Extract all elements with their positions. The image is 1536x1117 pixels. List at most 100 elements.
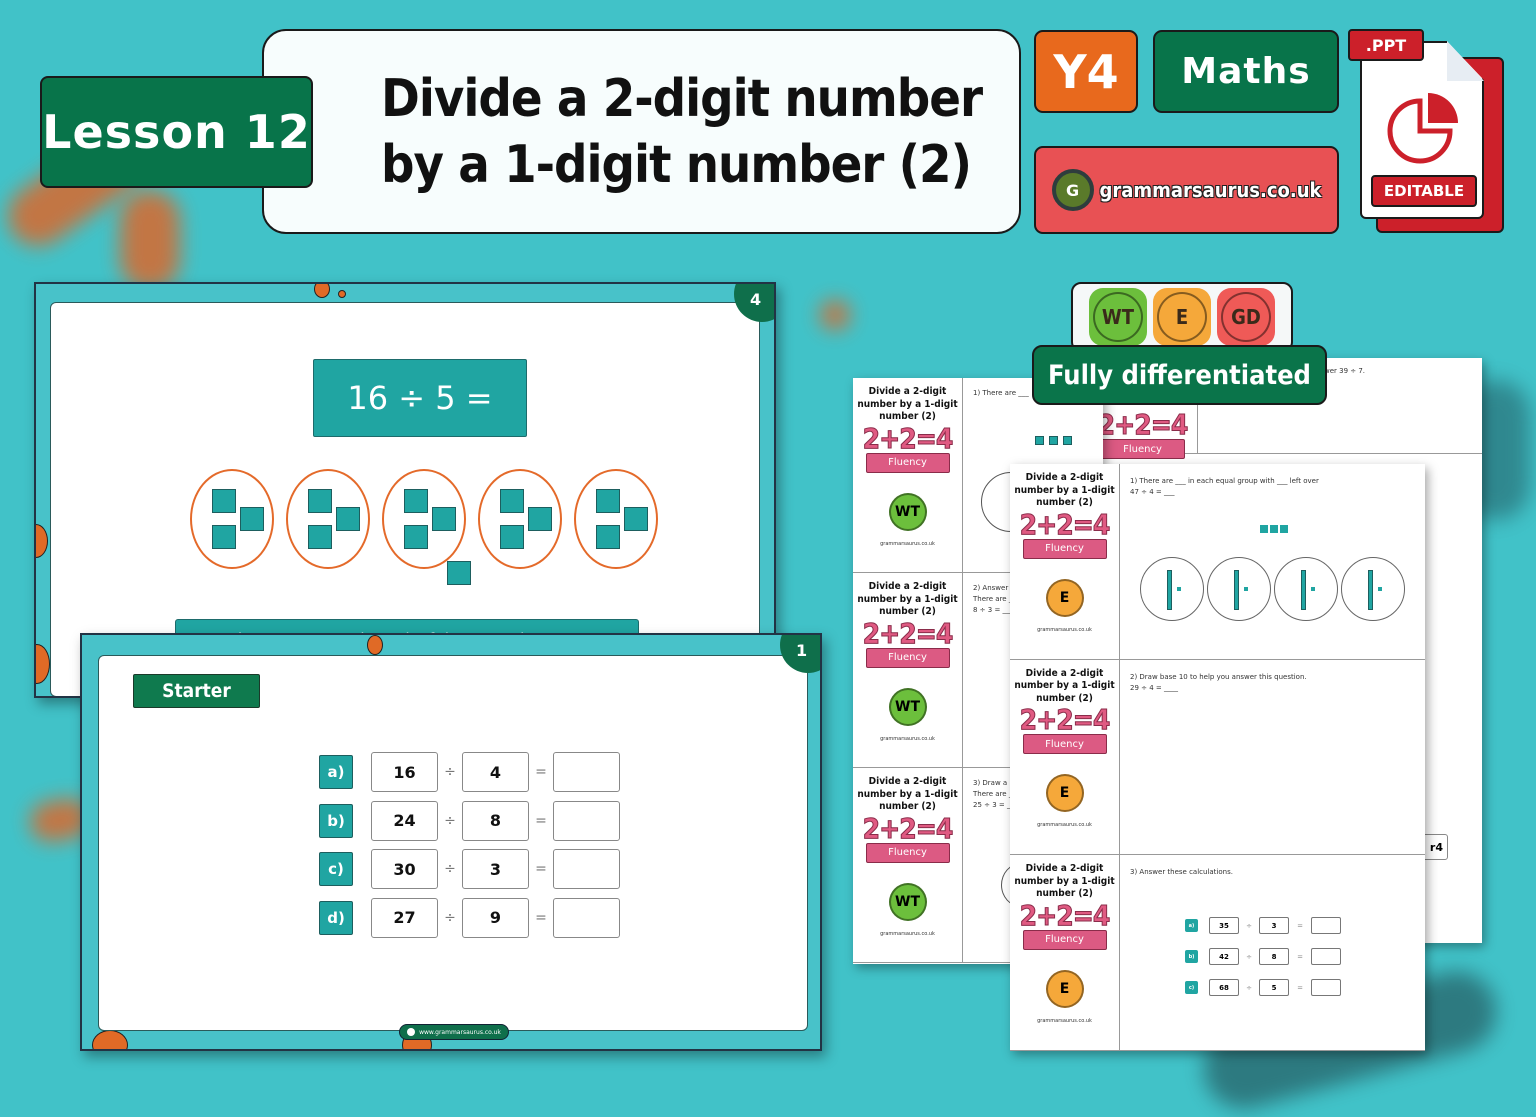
fluency-equation: 2+2=4 xyxy=(1019,507,1111,541)
divisor-box: 8 xyxy=(1259,948,1289,966)
worksheet-brand-footer: grammarsaurus.co.uk xyxy=(880,735,935,742)
slide-decoration xyxy=(92,1030,128,1049)
fluency-label: Fluency xyxy=(865,842,950,863)
dividend-box: 16 xyxy=(371,752,438,792)
brand-badge[interactable]: G grammarsaurus.co.uk xyxy=(1034,146,1339,234)
ones-cube xyxy=(432,507,456,531)
worksheet-side-panel: Divide a 2-digit number by a 1-digit num… xyxy=(853,378,963,572)
lesson-title: Divide a 2-digit number by a 1-digit num… xyxy=(301,66,983,198)
footer-logo-icon xyxy=(407,1028,416,1036)
divisor-box: 5 xyxy=(1259,979,1289,997)
worksheet-e-preview[interactable]: Divide a 2-digit number by a 1-digit num… xyxy=(1010,464,1425,1051)
worksheet-brand-footer: grammarsaurus.co.uk xyxy=(880,930,935,937)
group-circle xyxy=(1207,557,1271,621)
answer-input[interactable] xyxy=(553,800,620,841)
equals-sign: = xyxy=(535,909,547,926)
starter-question-row: c) 30 ÷ 3 = xyxy=(319,849,620,889)
year-group-badge: Y4 xyxy=(1034,30,1138,113)
fluency-equation: 2+2=4 xyxy=(862,616,954,650)
ones-cube xyxy=(624,507,648,531)
divisor-box: 9 xyxy=(462,897,529,938)
starter-question-row: a) 16 ÷ 4 = xyxy=(319,752,620,792)
calc-label: a) xyxy=(1185,919,1198,933)
divide-sign: ÷ xyxy=(444,812,456,829)
answer-input[interactable] xyxy=(553,897,620,938)
slide-preview-1[interactable]: Starter a) 16 ÷ 4 = b) 24 ÷ 8 = c) 30 ÷ 3 = d) 27 ÷ 9 = www… xyxy=(80,633,822,1051)
group-circle xyxy=(1274,557,1338,621)
file-type-tag: .PPT xyxy=(1348,29,1424,61)
tens-rod xyxy=(1167,570,1172,610)
divide-sign: ÷ xyxy=(444,909,456,926)
answer-input[interactable] xyxy=(553,752,620,792)
ones-cube xyxy=(336,507,360,531)
worksheet-brand-footer: grammarsaurus.co.uk xyxy=(1037,1017,1092,1024)
tens-rod xyxy=(1301,570,1306,610)
answer-box[interactable] xyxy=(1311,979,1341,997)
lesson-number-badge: Lesson 12 xyxy=(40,76,313,188)
grammarsaurus-logo-icon: G xyxy=(1051,169,1094,211)
question-label: a) xyxy=(319,755,353,789)
worksheet-question-text: 1) There are ___ xyxy=(973,388,1029,399)
slide-decoration xyxy=(367,635,383,655)
medal-e-icon: E xyxy=(1045,774,1084,813)
ones-cube xyxy=(404,525,428,549)
section-tag: Starter xyxy=(133,674,260,708)
equal-group xyxy=(574,469,658,569)
answer-box[interactable] xyxy=(1311,917,1341,935)
ones-cube xyxy=(212,489,236,513)
medal-e-icon: E xyxy=(1045,969,1084,1008)
slide-decoration xyxy=(36,524,48,558)
equal-group xyxy=(478,469,562,569)
group-circle xyxy=(1140,557,1204,621)
ones-cube xyxy=(596,525,620,549)
fluency-equation: 2+2=4 xyxy=(862,421,954,455)
divide-sign: ÷ xyxy=(1246,952,1252,961)
medal-label: GD xyxy=(1221,292,1271,342)
medal-e-icon: E xyxy=(1045,578,1084,617)
dividend-box: 30 xyxy=(371,849,438,889)
worksheet-side-panel: Divide a 2-digit number by a 1-digit num… xyxy=(853,768,963,962)
fluency-label: Fluency xyxy=(1100,439,1185,459)
worksheet-side-panel: Divide a 2-digit number by a 1-digit num… xyxy=(853,573,963,767)
worksheet-brand-footer: grammarsaurus.co.uk xyxy=(1037,626,1092,633)
divide-sign: ÷ xyxy=(1246,983,1252,992)
worksheet-title: Divide a 2-digit number by a 1-digit num… xyxy=(1014,667,1115,704)
worksheet-brand-footer: grammarsaurus.co.uk xyxy=(880,540,935,547)
tens-rod xyxy=(1368,570,1373,610)
divide-sign: ÷ xyxy=(444,861,456,877)
answer-box[interactable] xyxy=(1311,948,1341,966)
fluency-equation: 2+2=4 xyxy=(1097,408,1189,441)
starter-question-row: d) 27 ÷ 9 = xyxy=(319,897,620,938)
answer-remainder: r4 xyxy=(1429,840,1443,854)
pie-chart-icon xyxy=(1387,93,1458,164)
group-circle xyxy=(1341,557,1405,621)
worksheet-title: Divide a 2-digit number by a 1-digit num… xyxy=(857,776,958,812)
fluency-label: Fluency xyxy=(1022,929,1107,950)
fluency-equation: 2+2=4 xyxy=(1019,703,1111,737)
question-prompt: 1) There are ___ in each equal group wit… xyxy=(1130,477,1319,485)
worksheet-row: Divide a 2-digit number by a 1-digit num… xyxy=(1010,855,1425,1051)
bg-decoration xyxy=(120,190,180,290)
fluency-label: Fluency xyxy=(865,452,950,473)
fluency-label: Fluency xyxy=(1022,538,1107,559)
equals-sign: = xyxy=(1297,921,1303,930)
lesson-title-line-2: by a 1-digit number (2) xyxy=(380,134,972,195)
starter-question-row: b) 24 ÷ 8 = xyxy=(319,800,620,841)
worksheet-side-panel: Divide a 2-digit number by a 1-digit num… xyxy=(1010,464,1120,659)
ones-cube xyxy=(1378,587,1382,591)
fluency-equation: 2+2=4 xyxy=(862,811,954,845)
dividend-box: 24 xyxy=(371,800,438,841)
answer-input[interactable] xyxy=(553,849,620,889)
worksheet-row: Divide a 2-digit number by a 1-digit num… xyxy=(1010,464,1425,660)
slide-decoration xyxy=(36,644,50,684)
lesson-title-card: Divide a 2-digit number by a 1-digit num… xyxy=(262,29,1021,234)
ones-cube xyxy=(240,507,264,531)
ones-cube xyxy=(500,525,524,549)
dividend-box: 68 xyxy=(1209,979,1239,997)
worksheet-title: Divide a 2-digit number by a 1-digit num… xyxy=(857,581,958,617)
slide-decoration xyxy=(338,290,346,298)
fluency-equation: 2+2=4 xyxy=(1019,898,1111,932)
footer-url-text: www.grammarsaurus.co.uk xyxy=(419,1028,501,1036)
divisor-box: 8 xyxy=(462,800,529,841)
divisor-box: 3 xyxy=(1259,917,1289,935)
